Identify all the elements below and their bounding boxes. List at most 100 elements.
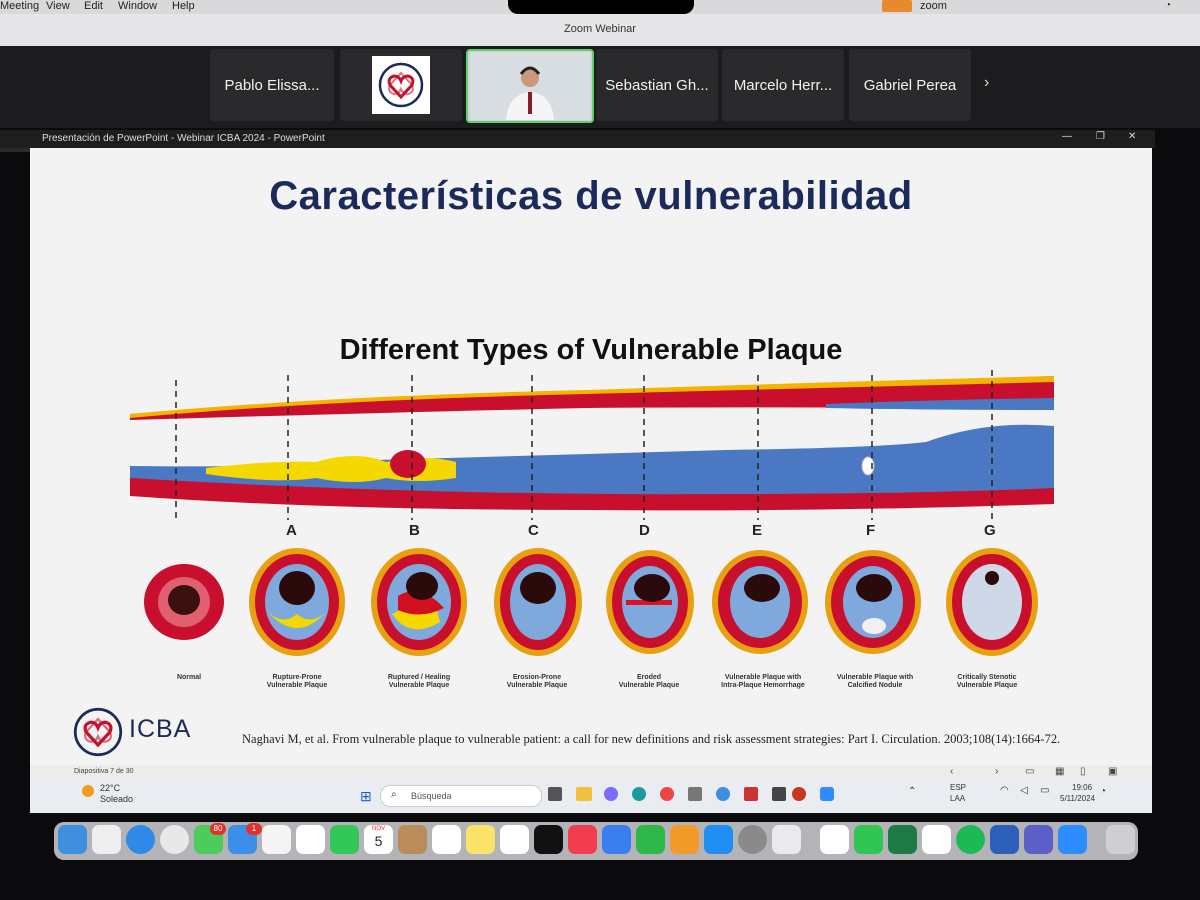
powerpoint-titlebar: Presentación de PowerPoint - Webinar ICB… bbox=[0, 130, 1155, 148]
reminders-icon[interactable] bbox=[432, 825, 461, 854]
excel-icon[interactable] bbox=[888, 825, 917, 854]
participant-tile-logo[interactable] bbox=[340, 49, 462, 121]
zoom-taskbar-icon[interactable] bbox=[820, 787, 834, 801]
slide-canvas: Características de vulnerabilidad Differ… bbox=[30, 148, 1152, 765]
search-placeholder: Búsqueda bbox=[411, 791, 452, 801]
edge-icon[interactable] bbox=[632, 787, 646, 801]
iphone-mirroring-icon[interactable] bbox=[772, 825, 801, 854]
facetime-icon[interactable] bbox=[330, 825, 359, 854]
keynote-icon[interactable] bbox=[602, 825, 631, 854]
menu-help[interactable]: Help bbox=[172, 0, 195, 12]
participant-tile-4[interactable]: Gabriel Perea bbox=[849, 49, 971, 121]
spotify-icon[interactable] bbox=[956, 825, 985, 854]
lang-top[interactable]: ESP bbox=[950, 783, 966, 792]
word-icon[interactable] bbox=[990, 825, 1019, 854]
notification-bell-icon[interactable]: ◔ bbox=[1100, 786, 1106, 797]
participant-tile-1[interactable]: Pablo Elissa... bbox=[210, 49, 334, 121]
calendar-day: 5 bbox=[374, 833, 383, 849]
caption-rupture-prone: Rupture-Prone Vulnerable Plaque bbox=[266, 674, 328, 689]
snip-icon[interactable] bbox=[744, 787, 758, 801]
windows-taskbar: 22°C Soleado ⊞ ⌕ Búsqueda ⌃ ESP LAA ◠ ◁ … bbox=[30, 779, 1152, 813]
ppt-window-title: Presentación de PowerPoint - Webinar ICB… bbox=[42, 133, 325, 144]
label-B: B bbox=[409, 522, 420, 539]
label-F: F bbox=[866, 522, 876, 539]
slide-title: Características de vulnerabilidad bbox=[269, 174, 913, 218]
lang-bottom[interactable]: LAA bbox=[950, 794, 965, 803]
pages-icon[interactable] bbox=[670, 825, 699, 854]
numbers-icon[interactable] bbox=[636, 825, 665, 854]
messages-badge: 80 bbox=[210, 823, 226, 835]
calendar-icon[interactable]: NOV 5 bbox=[364, 825, 393, 854]
temperature[interactable]: 22°C bbox=[100, 783, 120, 793]
wifi-icon[interactable]: ◠ bbox=[1000, 785, 1009, 796]
label-C: C bbox=[528, 522, 539, 539]
app2-icon[interactable] bbox=[772, 787, 786, 801]
file-explorer-icon[interactable] bbox=[576, 787, 592, 801]
next-slide-icon[interactable]: › bbox=[995, 766, 998, 777]
clock-date[interactable]: 5/11/2024 bbox=[1060, 794, 1095, 803]
sorter-view-icon[interactable]: ▦ bbox=[1055, 766, 1064, 777]
slideshow-icon[interactable]: ▣ bbox=[1108, 766, 1117, 777]
weather-text[interactable]: Soleado bbox=[100, 794, 133, 804]
teams-icon[interactable] bbox=[1024, 825, 1053, 854]
active-speaker-video[interactable] bbox=[466, 49, 594, 123]
chrome-icon[interactable] bbox=[660, 787, 674, 801]
wifi-icon[interactable]: ◔ bbox=[1165, 0, 1171, 11]
app-icon[interactable] bbox=[716, 787, 730, 801]
battery-icon[interactable]: ▭ bbox=[1040, 785, 1049, 796]
notes-icon[interactable] bbox=[466, 825, 495, 854]
caption-erosion-prone: Erosion-Prone Vulnerable Plaque bbox=[506, 674, 568, 689]
taskbar-search-box[interactable]: ⌕ Búsqueda bbox=[380, 785, 542, 807]
apple-tv-icon[interactable] bbox=[534, 825, 563, 854]
reading-view-icon[interactable]: ▯ bbox=[1080, 766, 1086, 777]
windows-start-icon[interactable]: ⊞ bbox=[360, 788, 372, 805]
task-view-icon[interactable] bbox=[548, 787, 562, 801]
copilot-icon[interactable] bbox=[604, 787, 618, 801]
restore-icon[interactable]: ❐ bbox=[1096, 131, 1105, 142]
weather-sun-icon bbox=[82, 785, 94, 797]
powerpoint-dock-icon[interactable] bbox=[922, 825, 951, 854]
next-participants-icon[interactable]: › bbox=[984, 74, 989, 92]
zoom-menu-label[interactable]: zoom bbox=[920, 0, 947, 12]
zoom-dock-icon[interactable] bbox=[1058, 825, 1087, 854]
participant-tile-2[interactable]: Sebastian Gh... bbox=[596, 49, 718, 121]
icba-logo-text: ICBA bbox=[129, 715, 192, 743]
menu-view[interactable]: View bbox=[46, 0, 70, 12]
normal-view-icon[interactable]: ▭ bbox=[1025, 766, 1034, 777]
contacts-icon[interactable] bbox=[398, 825, 427, 854]
minimize-icon[interactable]: — bbox=[1062, 131, 1072, 142]
music-icon[interactable] bbox=[568, 825, 597, 854]
label-A: A bbox=[286, 522, 297, 539]
close-icon[interactable]: ✕ bbox=[1128, 131, 1136, 142]
menu-window[interactable]: Window bbox=[118, 0, 157, 12]
slide-citation: Naghavi M, et al. From vulnerable plaque… bbox=[242, 732, 1061, 746]
participant-tile-3[interactable]: Marcelo Herr... bbox=[722, 49, 844, 121]
trash-icon[interactable] bbox=[1106, 825, 1135, 854]
app-store-icon[interactable] bbox=[704, 825, 733, 854]
calendar-month: NOV bbox=[371, 826, 385, 832]
finder-icon[interactable] bbox=[58, 825, 87, 854]
tray-chevron-icon[interactable]: ⌃ bbox=[908, 786, 916, 797]
clock-time[interactable]: 19:06 bbox=[1072, 783, 1092, 792]
menu-meeting[interactable]: Meeting bbox=[0, 0, 39, 12]
store-icon[interactable] bbox=[688, 787, 702, 801]
maps-icon[interactable] bbox=[262, 825, 291, 854]
launchpad-icon[interactable] bbox=[92, 825, 121, 854]
prev-slide-icon[interactable]: ‹ bbox=[950, 766, 953, 777]
label-G: G bbox=[984, 522, 996, 539]
artery-longitudinal-illustration bbox=[130, 370, 1054, 520]
system-settings-icon[interactable] bbox=[738, 825, 767, 854]
whatsapp-icon[interactable] bbox=[854, 825, 883, 854]
acrobat-icon[interactable] bbox=[820, 825, 849, 854]
cross-sections bbox=[144, 548, 1038, 656]
label-E: E bbox=[752, 522, 763, 539]
volume-icon[interactable]: ◁ bbox=[1020, 785, 1028, 796]
menu-edit[interactable]: Edit bbox=[84, 0, 103, 12]
photos-icon[interactable] bbox=[296, 825, 325, 854]
zoom-window-title: Zoom Webinar bbox=[0, 14, 1200, 46]
chrome-dock-icon[interactable] bbox=[160, 825, 189, 854]
safari-icon[interactable] bbox=[126, 825, 155, 854]
zoom-share-icon[interactable] bbox=[882, 0, 912, 12]
powerpoint-taskbar-icon[interactable] bbox=[792, 787, 806, 801]
freeform-icon[interactable] bbox=[500, 825, 529, 854]
